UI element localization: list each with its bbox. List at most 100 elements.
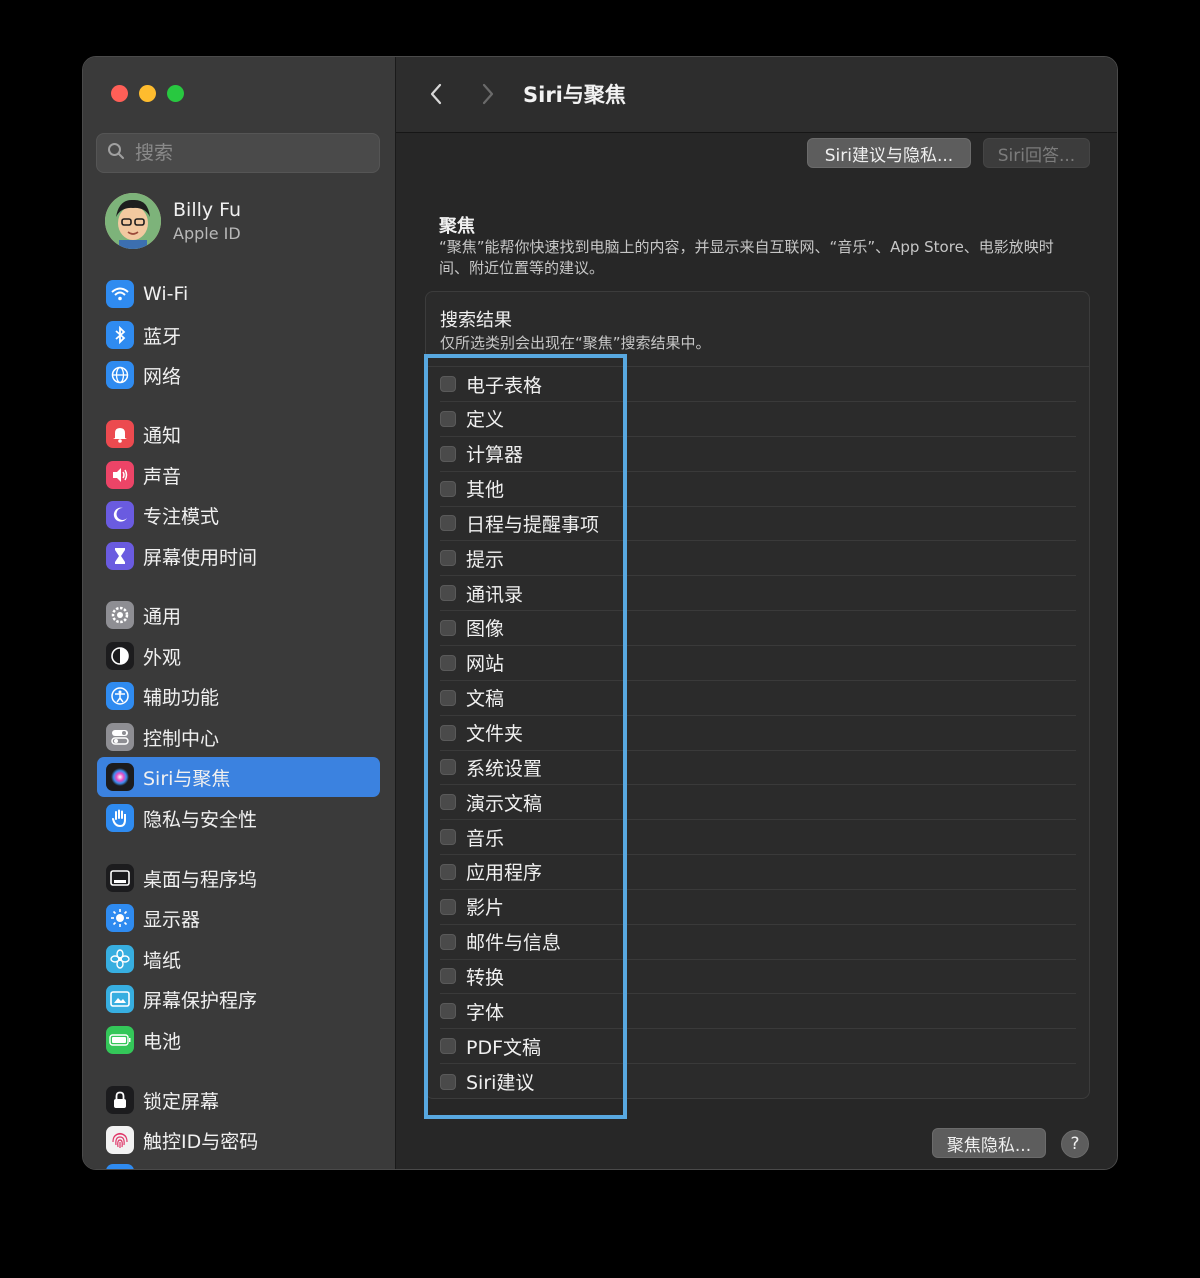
- category-row[interactable]: 演示文稿: [440, 785, 1076, 821]
- category-label: 网站: [466, 653, 505, 676]
- sidebar-item-label: 外观: [143, 646, 182, 669]
- category-checkbox[interactable]: [440, 1073, 456, 1090]
- category-checkbox[interactable]: [440, 898, 456, 915]
- sidebar-item-fingerprint[interactable]: 触控ID与密码: [97, 1120, 380, 1160]
- category-checkbox[interactable]: [440, 410, 456, 427]
- flower-icon: [106, 945, 134, 973]
- hourglass-icon: [106, 542, 134, 570]
- category-checkbox[interactable]: [440, 829, 456, 846]
- category-row[interactable]: PDF文稿: [440, 1029, 1076, 1065]
- accessibility-icon: [106, 682, 134, 710]
- back-button[interactable]: [422, 77, 450, 111]
- category-row[interactable]: 音乐: [440, 820, 1076, 856]
- category-label: Siri建议: [466, 1072, 535, 1094]
- category-checkbox[interactable]: [440, 515, 456, 532]
- sidebar-search[interactable]: [96, 133, 380, 173]
- sidebar-item-accessibility[interactable]: 辅助功能: [97, 676, 380, 716]
- sidebar-item-label: 辅助功能: [143, 686, 220, 709]
- category-row[interactable]: 文稿: [440, 681, 1076, 716]
- category-row[interactable]: 通讯录: [440, 576, 1076, 612]
- category-checkbox[interactable]: [440, 376, 456, 392]
- category-row[interactable]: 电子表格: [440, 367, 1076, 402]
- toolbar: Siri与聚焦: [396, 57, 1117, 133]
- user-subtitle: Apple ID: [173, 224, 241, 243]
- close-button[interactable]: [111, 85, 128, 102]
- sidebar-item-globe[interactable]: 网络: [97, 355, 380, 395]
- siri-suggestions-privacy-button[interactable]: Siri建议与隐私...: [807, 138, 971, 168]
- sidebar-item-speaker[interactable]: 声音: [97, 455, 380, 495]
- category-checkbox[interactable]: [440, 654, 456, 671]
- category-checkbox[interactable]: [440, 724, 456, 741]
- category-checkbox[interactable]: [440, 619, 456, 636]
- sidebar-item-sun[interactable]: 显示器: [97, 898, 380, 938]
- category-row[interactable]: 影片: [440, 890, 1076, 925]
- sidebar-item-control-center[interactable]: 控制中心: [97, 717, 380, 757]
- minimize-button[interactable]: [139, 85, 156, 102]
- sidebar-item-label: 隐私与安全性: [143, 808, 258, 831]
- category-label: 定义: [466, 409, 505, 432]
- help-button[interactable]: ?: [1061, 1130, 1089, 1158]
- apple-id-account[interactable]: Billy Fu Apple ID: [105, 193, 241, 249]
- sidebar-item-wifi[interactable]: Wi-Fi: [97, 274, 380, 314]
- sidebar-item-label: 电池: [143, 1030, 182, 1053]
- category-row[interactable]: Siri建议: [440, 1064, 1076, 1099]
- sidebar-item-hourglass[interactable]: 屏幕使用时间: [97, 536, 380, 576]
- category-checkbox[interactable]: [440, 550, 456, 567]
- category-label: 音乐: [466, 827, 505, 850]
- category-checkbox[interactable]: [440, 445, 456, 462]
- spotlight-description: “聚焦”能帮你快速找到电脑上的内容，并显示来自互联网、“音乐”、App Stor…: [439, 238, 1054, 277]
- sidebar-item-label: 声音: [143, 465, 182, 488]
- category-checkbox[interactable]: [440, 759, 456, 776]
- sidebar: Billy Fu Apple ID Wi-Fi 蓝牙网络通知声音专注模式屏幕使用时…: [83, 57, 396, 1169]
- sidebar-item-gear[interactable]: 通用: [97, 595, 380, 635]
- search-results-title: 搜索结果: [440, 310, 512, 331]
- category-label: 日程与提醒事项: [466, 513, 600, 536]
- siri-answers-button[interactable]: Siri回答...: [983, 138, 1090, 168]
- bluetooth-icon: [106, 321, 134, 349]
- category-checkbox[interactable]: [440, 689, 456, 706]
- category-row[interactable]: 其他: [440, 472, 1076, 507]
- category-row[interactable]: 邮件与信息: [440, 925, 1076, 960]
- spotlight-heading: 聚焦: [439, 216, 475, 237]
- zoom-button[interactable]: [167, 85, 184, 102]
- category-row[interactable]: 网站: [440, 646, 1076, 681]
- category-checkbox[interactable]: [440, 1038, 456, 1055]
- sidebar-item-bell[interactable]: 通知: [97, 414, 380, 454]
- category-row[interactable]: 转换: [440, 959, 1076, 995]
- category-row[interactable]: 系统设置: [440, 750, 1076, 786]
- category-row[interactable]: 计算器: [440, 437, 1076, 472]
- sidebar-item-appearance[interactable]: 外观: [97, 636, 380, 676]
- category-row[interactable]: 定义: [440, 402, 1076, 437]
- forward-button[interactable]: [474, 77, 502, 111]
- category-checkbox[interactable]: [440, 794, 456, 811]
- sidebar-item-siri[interactable]: Siri与聚焦: [97, 757, 380, 797]
- sidebar-item-flower[interactable]: 墙纸: [97, 939, 380, 979]
- settings-window: Billy Fu Apple ID Wi-Fi 蓝牙网络通知声音专注模式屏幕使用时…: [82, 56, 1118, 1170]
- category-checkbox[interactable]: [440, 933, 456, 950]
- category-checkbox[interactable]: [440, 863, 456, 880]
- category-row[interactable]: 文件夹: [440, 716, 1076, 751]
- sidebar-item-dock[interactable]: 桌面与程序坞: [97, 858, 380, 898]
- category-checkbox[interactable]: [440, 585, 456, 602]
- category-row[interactable]: 字体: [440, 994, 1076, 1030]
- sun-icon: [106, 904, 134, 932]
- category-label: 图像: [466, 618, 505, 641]
- sidebar-item-hand[interactable]: 隐私与安全性: [97, 798, 380, 838]
- sidebar-item-lock[interactable]: 锁定屏幕: [97, 1080, 380, 1120]
- sidebar-item-moon[interactable]: 专注模式: [97, 495, 380, 535]
- sidebar-item-label: 通知: [143, 424, 182, 447]
- avatar: [105, 193, 161, 249]
- sidebar-item-battery[interactable]: 电池: [97, 1020, 380, 1060]
- sidebar-item-screensaver[interactable]: 屏幕保护程序: [97, 979, 380, 1019]
- chevron-right-icon: [482, 83, 494, 105]
- category-row[interactable]: 日程与提醒事项: [440, 506, 1076, 542]
- category-row[interactable]: 图像: [440, 611, 1076, 646]
- category-checkbox[interactable]: [440, 480, 456, 497]
- category-checkbox[interactable]: [440, 1003, 456, 1020]
- category-row[interactable]: 应用程序: [440, 855, 1076, 890]
- category-row[interactable]: 提示: [440, 541, 1076, 577]
- spotlight-privacy-button[interactable]: 聚焦隐私...: [932, 1128, 1046, 1158]
- search-input[interactable]: [133, 141, 357, 165]
- category-checkbox[interactable]: [440, 968, 456, 985]
- sidebar-item-bluetooth[interactable]: 蓝牙: [97, 315, 380, 355]
